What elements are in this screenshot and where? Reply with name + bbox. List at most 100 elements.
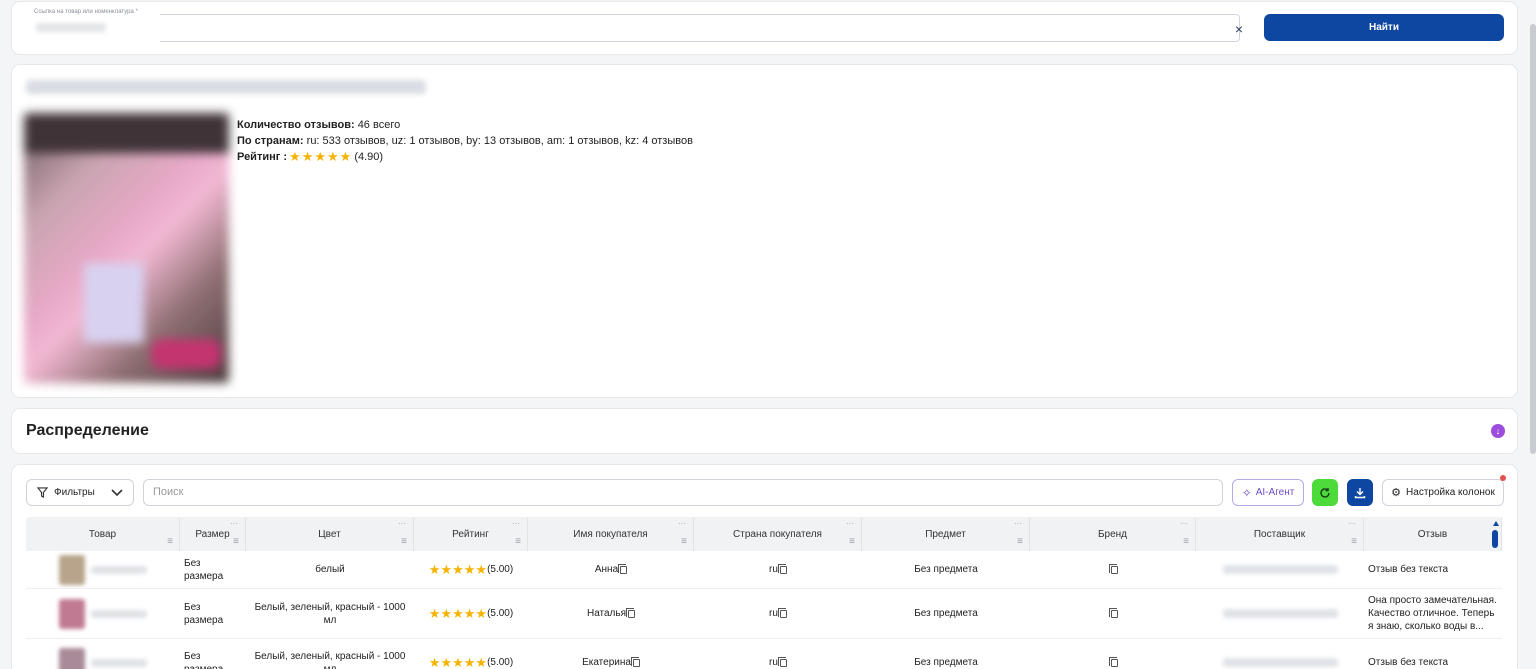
copy-icon[interactable] [1108, 563, 1118, 574]
table-scrollbar[interactable] [1492, 521, 1500, 669]
column-options-icon[interactable]: ··· [1180, 519, 1188, 528]
download-button[interactable] [1347, 479, 1373, 506]
column-header-brand[interactable]: Бренд ≡ ··· [1030, 517, 1196, 551]
column-menu-icon[interactable]: ≡ [515, 537, 521, 547]
column-header-country[interactable]: Страна покупателя ≡ ··· [694, 517, 862, 551]
review-text: Отзыв без текста [1368, 657, 1449, 668]
country-code: ru [769, 657, 778, 668]
table-row[interactable]: Без размера Белый, зеленый, красный - 100… [26, 589, 1502, 639]
filter-icon [37, 487, 48, 498]
copy-icon[interactable] [630, 656, 640, 667]
sparkle-icon: ✧ [1241, 485, 1252, 500]
column-menu-icon[interactable]: ≡ [849, 537, 855, 547]
product-thumbnail[interactable] [59, 554, 85, 585]
cell-buyer: Наталья [528, 589, 694, 638]
product-rating: Рейтинг : ★★★★★ (4.90) [237, 149, 384, 164]
column-header-label: Рейтинг [452, 528, 489, 540]
scroll-thumb[interactable] [1492, 530, 1498, 548]
copy-icon[interactable] [626, 607, 636, 618]
distribution-title: Распределение [26, 422, 149, 439]
cell-size: Без размера [180, 551, 246, 588]
supplier-name [1222, 609, 1338, 618]
column-header-size[interactable]: Размер ≡ ··· [180, 517, 246, 551]
column-header-color[interactable]: Цвет ≡ ··· [246, 517, 414, 551]
table-search-input[interactable]: Поиск [143, 479, 1223, 506]
column-menu-icon[interactable]: ≡ [1017, 537, 1023, 547]
gear-icon: ⚙ [1391, 487, 1402, 499]
cell-size: Без размера [180, 639, 246, 669]
filters-label: Фильтры [54, 487, 95, 498]
column-header-subject[interactable]: Предмет ≡ ··· [862, 517, 1030, 551]
reviews-count: Количество отзывов: 46 всего [237, 119, 401, 131]
buyer-name: Анна [594, 564, 619, 575]
cell-subject: Без предмета [862, 639, 1030, 669]
table-row[interactable]: Без размера Белый, зеленый, красный - 100… [26, 639, 1502, 669]
page-scrollbar[interactable] [1530, 24, 1536, 454]
subject-text: Без предмета [914, 657, 978, 668]
refresh-button[interactable] [1312, 479, 1338, 506]
column-header-label: Размер [195, 528, 230, 540]
copy-icon[interactable] [777, 607, 787, 618]
column-options-icon[interactable]: ··· [398, 519, 406, 528]
column-menu-icon[interactable]: ≡ [1183, 537, 1189, 547]
distribution-section[interactable]: Распределение ↓ [12, 409, 1517, 453]
column-menu-icon[interactable]: ≡ [401, 537, 407, 547]
column-header-label: Имя покупателя [573, 528, 648, 540]
cell-country: ru [694, 551, 862, 588]
column-header-label: Предмет [925, 528, 966, 540]
copy-icon[interactable] [1108, 607, 1118, 618]
copy-icon[interactable] [618, 563, 628, 574]
supplier-name [1222, 565, 1338, 574]
column-menu-icon[interactable]: ≡ [681, 537, 687, 547]
column-header-label: Страна покупателя [733, 528, 822, 540]
column-header-buyer[interactable]: Имя покупателя ≡ ··· [528, 517, 694, 551]
rating-stars-icon: ★★★★★ [289, 149, 353, 164]
product-thumbnail[interactable] [59, 647, 85, 669]
copy-icon[interactable] [777, 563, 787, 574]
cell-supplier [1196, 589, 1364, 638]
clear-icon[interactable]: × [1230, 20, 1248, 38]
column-options-icon[interactable]: ··· [230, 519, 238, 528]
column-options-icon[interactable]: ··· [1014, 519, 1022, 528]
product-stats: Количество отзывов: 46 всего По странам:… [237, 117, 693, 165]
cell-buyer: Анна [528, 551, 694, 588]
ai-agent-button[interactable]: ✧ AI-Агент [1232, 479, 1304, 506]
table-header: Товар ≡ Размер ≡ ··· Цвет ≡ ··· Рейтинг ≡ ··· Имя п… [26, 517, 1502, 551]
url-input-value[interactable] [36, 23, 106, 32]
column-options-icon[interactable]: ··· [678, 519, 686, 528]
review-text: Она просто замечательная. Качество отлич… [1368, 595, 1497, 632]
column-options-icon[interactable]: ··· [846, 519, 854, 528]
cell-review: Отзыв без текста [1364, 639, 1502, 669]
copy-icon[interactable] [777, 656, 787, 667]
column-header-supplier[interactable]: Поставщик ≡ ··· [1196, 517, 1364, 551]
chevron-down-icon [111, 488, 123, 496]
copy-icon[interactable] [1108, 656, 1118, 667]
find-button[interactable]: Найти [1264, 14, 1504, 41]
cell-color: Белый, зеленый, красный - 1000 мл [246, 639, 414, 669]
cell-brand [1030, 639, 1196, 669]
url-input[interactable] [160, 14, 1240, 42]
cell-rating: ★★★★★ (5.00) [414, 551, 528, 588]
column-header-label: Отзыв [1417, 528, 1448, 540]
scroll-up-icon[interactable] [1493, 521, 1499, 526]
table-row[interactable]: Без размера белый ★★★★★ (5.00) Анна ru Без пре… [26, 551, 1502, 589]
column-header-review[interactable]: Отзыв [1364, 517, 1502, 551]
product-thumbnail[interactable] [59, 598, 85, 629]
column-options-icon[interactable]: ··· [1348, 519, 1356, 528]
column-menu-icon[interactable]: ≡ [1351, 537, 1357, 547]
reviews-by-country: По странам: ru: 533 отзывов, uz: 1 отзыв… [237, 135, 693, 147]
product-name [91, 658, 147, 667]
expand-arrow-icon[interactable]: ↓ [1491, 424, 1505, 438]
cell-review: Отзыв без текста [1364, 551, 1502, 588]
column-menu-icon[interactable]: ≡ [167, 537, 173, 547]
column-header-rating[interactable]: Рейтинг ≡ ··· [414, 517, 528, 551]
subject-text: Без предмета [914, 564, 978, 575]
reviews-grid: Товар ≡ Размер ≡ ··· Цвет ≡ ··· Рейтинг ≡ ··· Имя п… [26, 517, 1502, 669]
filters-button[interactable]: Фильтры [26, 479, 134, 506]
column-header-product[interactable]: Товар ≡ [26, 517, 180, 551]
search-card: Ссылка на товар или номенклатура * × Най… [12, 2, 1517, 54]
column-menu-icon[interactable]: ≡ [233, 537, 239, 547]
column-settings-button[interactable]: ⚙ Настройка колонок [1382, 479, 1504, 506]
cell-color: белый [246, 551, 414, 588]
column-options-icon[interactable]: ··· [512, 519, 520, 528]
